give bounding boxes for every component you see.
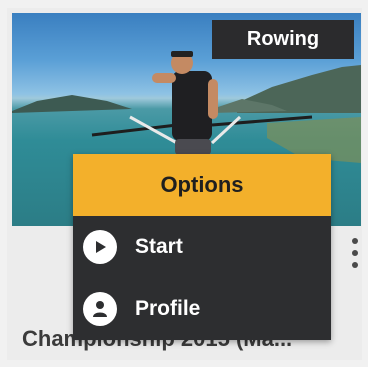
dot [352, 238, 358, 244]
menu-item-start[interactable]: Start [73, 216, 331, 278]
category-badge: Rowing [212, 20, 354, 59]
menu-item-label: Profile [135, 297, 201, 320]
play-icon [83, 230, 117, 264]
dot [352, 262, 358, 268]
person-icon [83, 292, 117, 326]
options-menu: Options Start Profile [73, 154, 331, 340]
menu-header: Options [73, 154, 331, 216]
dot [352, 250, 358, 256]
vertical-dots-icon[interactable] [346, 234, 362, 272]
menu-item-label: Start [135, 235, 183, 258]
menu-item-profile[interactable]: Profile [73, 278, 331, 340]
